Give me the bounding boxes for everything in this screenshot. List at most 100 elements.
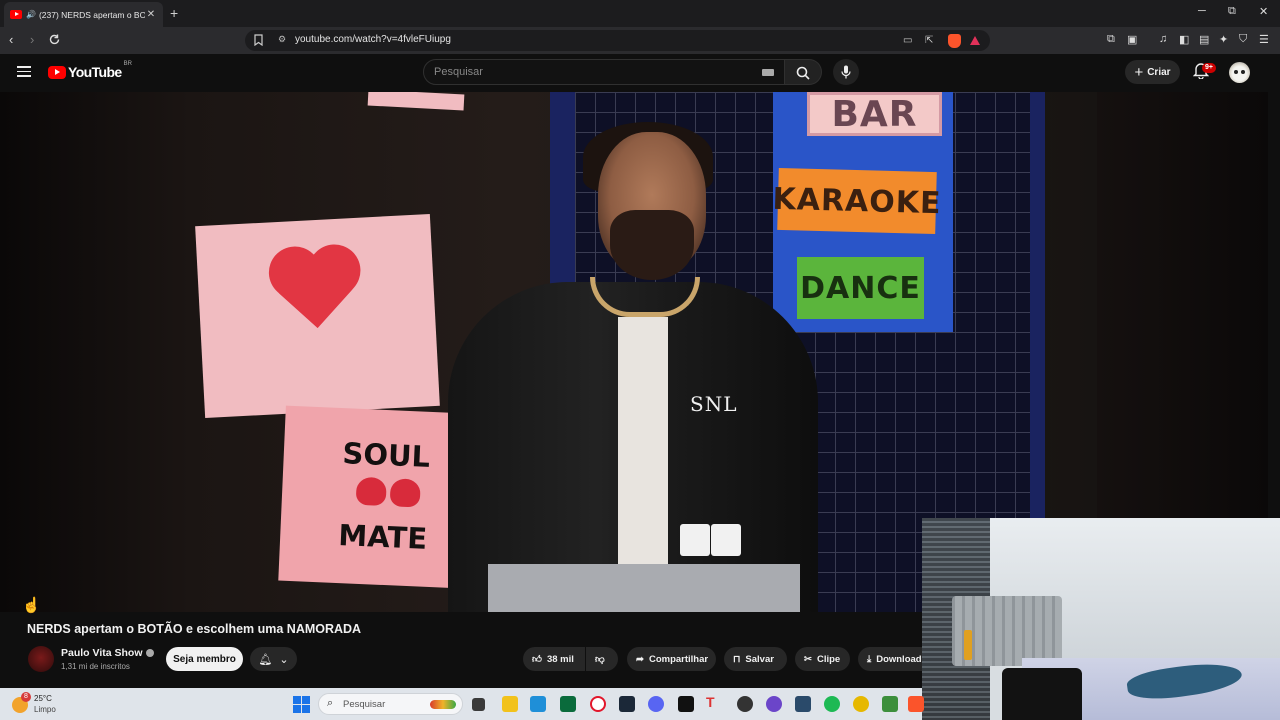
youtube-logo[interactable]: YouTube BR (48, 61, 132, 80)
search-input[interactable]: Pesquisar (423, 59, 785, 85)
task-view-icon[interactable] (472, 698, 485, 711)
tab-search-icon[interactable]: ▣ (1127, 33, 1137, 46)
channel-name-row[interactable]: Paulo Vita Show (61, 647, 154, 659)
spotify-icon[interactable] (824, 696, 840, 712)
poster-top (367, 92, 465, 111)
download-label: Download (876, 653, 922, 665)
sidebar-icon[interactable]: ◧ (1179, 33, 1189, 46)
bookmark-icon[interactable] (254, 34, 263, 46)
outlook-icon[interactable] (530, 696, 546, 712)
url-text[interactable]: youtube.com/watch?v=4fvleFUiupg (295, 34, 451, 45)
webcam-bottle (964, 630, 972, 660)
share-page-icon[interactable]: ⇱ (925, 35, 933, 46)
twitch-icon[interactable] (766, 696, 782, 712)
button-box-right (711, 524, 741, 556)
share-label: Compartilhar (648, 653, 709, 665)
dislike-button[interactable]: 👎︎ (586, 647, 618, 671)
youtube-favicon-icon (10, 10, 22, 19)
search-placeholder: Pesquisar (434, 66, 483, 78)
account-avatar[interactable] (1229, 62, 1250, 83)
back-icon[interactable]: ‹ (9, 32, 13, 47)
brave-taskbar-icon[interactable] (908, 696, 924, 712)
dance-sign: DANCE (797, 257, 924, 319)
search-highlight-icon (430, 700, 456, 709)
text-app-icon[interactable]: T (706, 694, 722, 710)
verified-icon (145, 649, 154, 658)
clip-label: Clipe (816, 653, 841, 665)
microphone-icon (841, 65, 851, 79)
close-window-button[interactable]: ✕ (1259, 5, 1268, 18)
taskbar-search-input[interactable]: ⌕ Pesquisar (318, 693, 463, 715)
excel-icon[interactable] (560, 696, 576, 712)
restore-button[interactable]: ⧉ (1228, 5, 1236, 18)
menu-icon[interactable]: ☰ (1259, 33, 1269, 46)
vpn-icon[interactable]: ⛉ (1239, 33, 1247, 46)
webcam-chair (1002, 668, 1082, 720)
tab-close-icon[interactable]: ✕ (145, 9, 157, 20)
opera-icon[interactable] (590, 696, 606, 712)
share-icon: ➦ (636, 653, 644, 665)
heart-illustration (269, 246, 363, 333)
site-info-icon[interactable]: ⚙ (278, 34, 286, 45)
create-button[interactable]: + Criar (1125, 60, 1180, 84)
search-button[interactable] (785, 59, 822, 85)
like-count: 38 mil (546, 653, 574, 665)
tab-title: (237) NERDS apertam o BOTÃO e escolhem u… (38, 9, 145, 20)
media-icon[interactable]: ♫ (1159, 33, 1167, 45)
leo-ai-icon[interactable]: ✦ (1219, 33, 1228, 46)
youtube-header: YouTube BR Pesquisar + Criar 9+ (0, 54, 1280, 92)
like-button[interactable]: 👍︎ 38 mil (523, 647, 585, 671)
steam-icon[interactable] (619, 696, 635, 712)
new-tab-button[interactable]: + (170, 5, 178, 21)
hearts-illustration (351, 476, 424, 514)
subscriber-count: 1,31 mi de inscritos (61, 662, 130, 671)
browser-tab-strip: 🔊 (237) NERDS apertam o BOTÃO e escolhem… (0, 0, 1280, 27)
save-label: Salvar (745, 653, 774, 665)
reload-icon[interactable] (48, 33, 61, 46)
discord-icon[interactable] (648, 696, 664, 712)
address-bar[interactable]: ⚙ youtube.com/watch?v=4fvleFUiupg ▭ ⇱ (245, 30, 990, 51)
voice-search-button[interactable] (833, 59, 859, 85)
wallet-icon[interactable]: ▤ (1199, 33, 1209, 46)
karaoke-sign: KARAOKE (772, 167, 942, 235)
bell-icon: 🔔︎ (258, 653, 273, 666)
youtube-wordmark: YouTube (68, 64, 122, 80)
channel-avatar[interactable] (28, 646, 54, 672)
cast-icon[interactable]: ▭ (903, 35, 912, 46)
start-button[interactable] (293, 696, 310, 713)
channel-name[interactable]: Paulo Vita Show (61, 647, 143, 659)
extensions-icon[interactable]: ⧉ (1107, 33, 1115, 46)
guide-menu-icon[interactable] (17, 66, 31, 77)
windows-taskbar: 8 25°C Limpo ⌕ Pesquisar T (0, 688, 924, 720)
weather-badge: 8 (21, 692, 31, 702)
search-icon (796, 66, 810, 80)
brave-rewards-icon[interactable] (970, 36, 980, 45)
heart-poster (195, 213, 440, 419)
save-button[interactable]: ⊓ Salvar (724, 647, 787, 671)
app-icon[interactable] (853, 696, 869, 712)
join-button[interactable]: Seja membro (166, 647, 243, 671)
webcam-overlay (922, 518, 1280, 720)
brave-shields-icon[interactable] (948, 34, 961, 48)
forward-icon[interactable]: › (30, 32, 34, 47)
keyboard-icon[interactable] (762, 69, 774, 76)
weather-condition: Limpo (34, 705, 56, 714)
file-explorer-icon[interactable] (502, 696, 518, 712)
weather-temperature: 25°C (34, 694, 52, 703)
browser-tab-active[interactable]: 🔊 (237) NERDS apertam o BOTÃO e escolhem… (4, 2, 163, 27)
youtube-play-icon (48, 65, 66, 79)
chevron-down-icon: ⌄ (279, 653, 289, 666)
plus-icon: + (1134, 63, 1144, 81)
taskbar-search-icon: ⌕ (327, 697, 334, 709)
clip-button[interactable]: ✂ Clipe (795, 647, 850, 671)
download-button[interactable]: ⤓ Download (858, 647, 922, 671)
share-button[interactable]: ➦ Compartilhar (627, 647, 716, 671)
subscription-notification-button[interactable]: 🔔︎ ⌄ (250, 647, 297, 671)
minecraft-icon[interactable] (882, 696, 898, 712)
game-icon[interactable] (795, 696, 811, 712)
minimize-button[interactable]: ─ (1198, 5, 1206, 17)
speaker-icon[interactable]: 🔊 (26, 10, 36, 19)
tiktok-icon[interactable] (678, 696, 694, 712)
country-code: BR (123, 61, 132, 67)
obs-icon[interactable] (737, 696, 753, 712)
